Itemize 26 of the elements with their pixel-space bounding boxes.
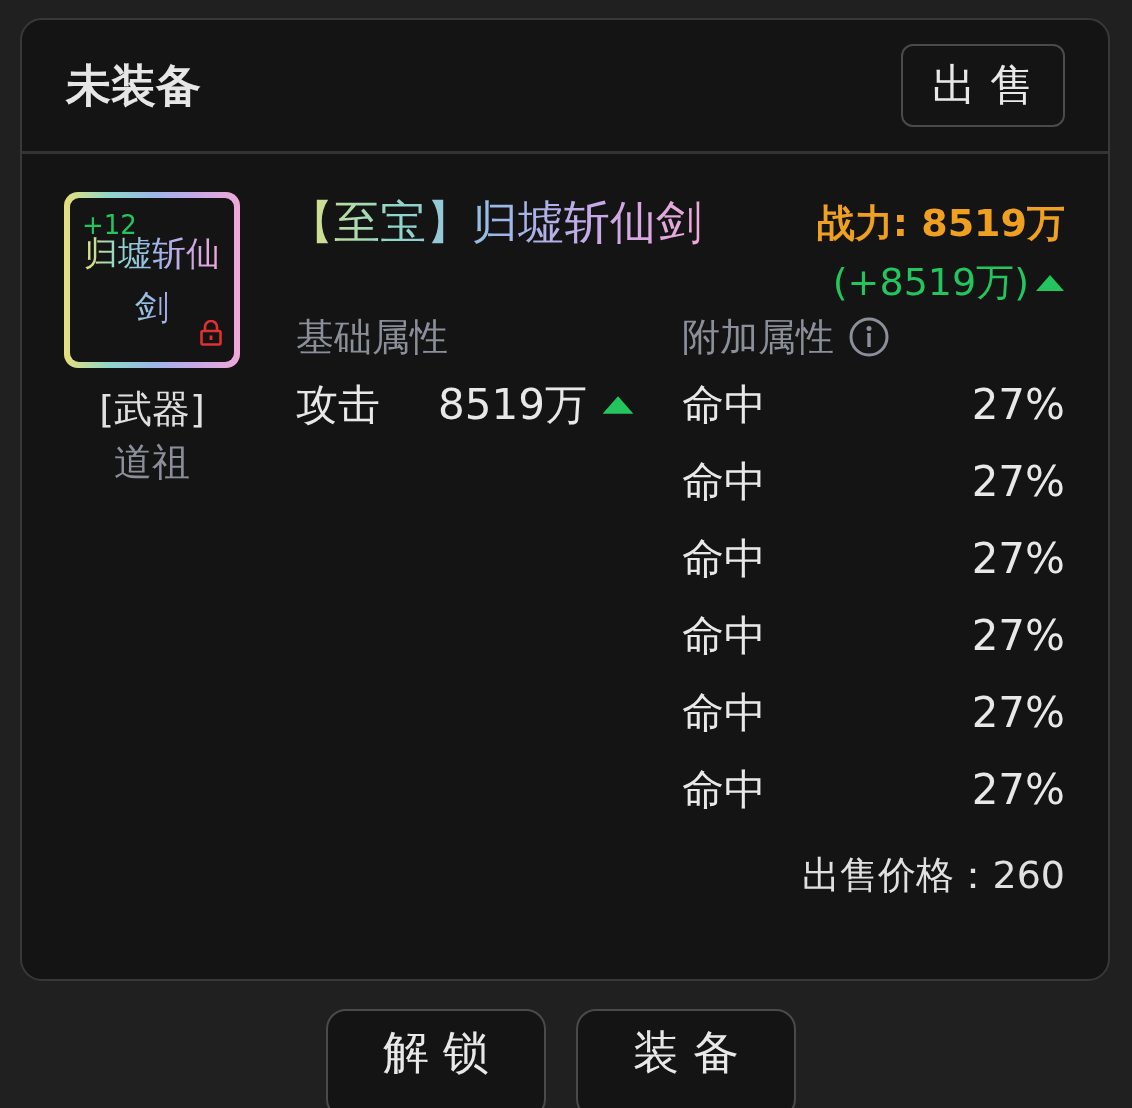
sell-button[interactable]: 出 售 xyxy=(901,44,1065,127)
stat-value: 27% xyxy=(971,380,1065,429)
stat-value: 27% xyxy=(971,611,1065,660)
stat-name: 命中 xyxy=(682,455,766,508)
stat-name: 命中 xyxy=(682,378,766,431)
item-owner: 道祖 xyxy=(114,439,190,486)
stat-value: 8519万 xyxy=(438,378,587,431)
stat-name: 命中 xyxy=(682,609,766,662)
stat-value: 27% xyxy=(971,688,1065,737)
stat-value: 27% xyxy=(971,534,1065,583)
action-button[interactable]: 装 备 xyxy=(576,1009,796,1108)
section-heading: 基础属性 xyxy=(296,313,448,361)
stat-name: 命中 xyxy=(682,532,766,585)
section-heading: 附加属性 xyxy=(682,313,834,361)
panel-title: 未装备 xyxy=(66,57,201,114)
combat-power: 战力: 8519万 xyxy=(816,200,1065,247)
item-type: [武器] xyxy=(99,386,205,433)
stat-name: 命中 xyxy=(682,763,766,816)
sell-price: 出售价格：260 xyxy=(802,852,1065,899)
stat-name: 命中 xyxy=(682,686,766,739)
stat-value: 27% xyxy=(971,765,1065,814)
power-change: (+8519万) xyxy=(832,259,1029,306)
info-icon[interactable] xyxy=(848,316,890,358)
stat-name: 攻击 xyxy=(296,378,381,431)
action-button[interactable]: 解 锁 xyxy=(326,1009,546,1108)
stat-value: 27% xyxy=(971,457,1065,506)
